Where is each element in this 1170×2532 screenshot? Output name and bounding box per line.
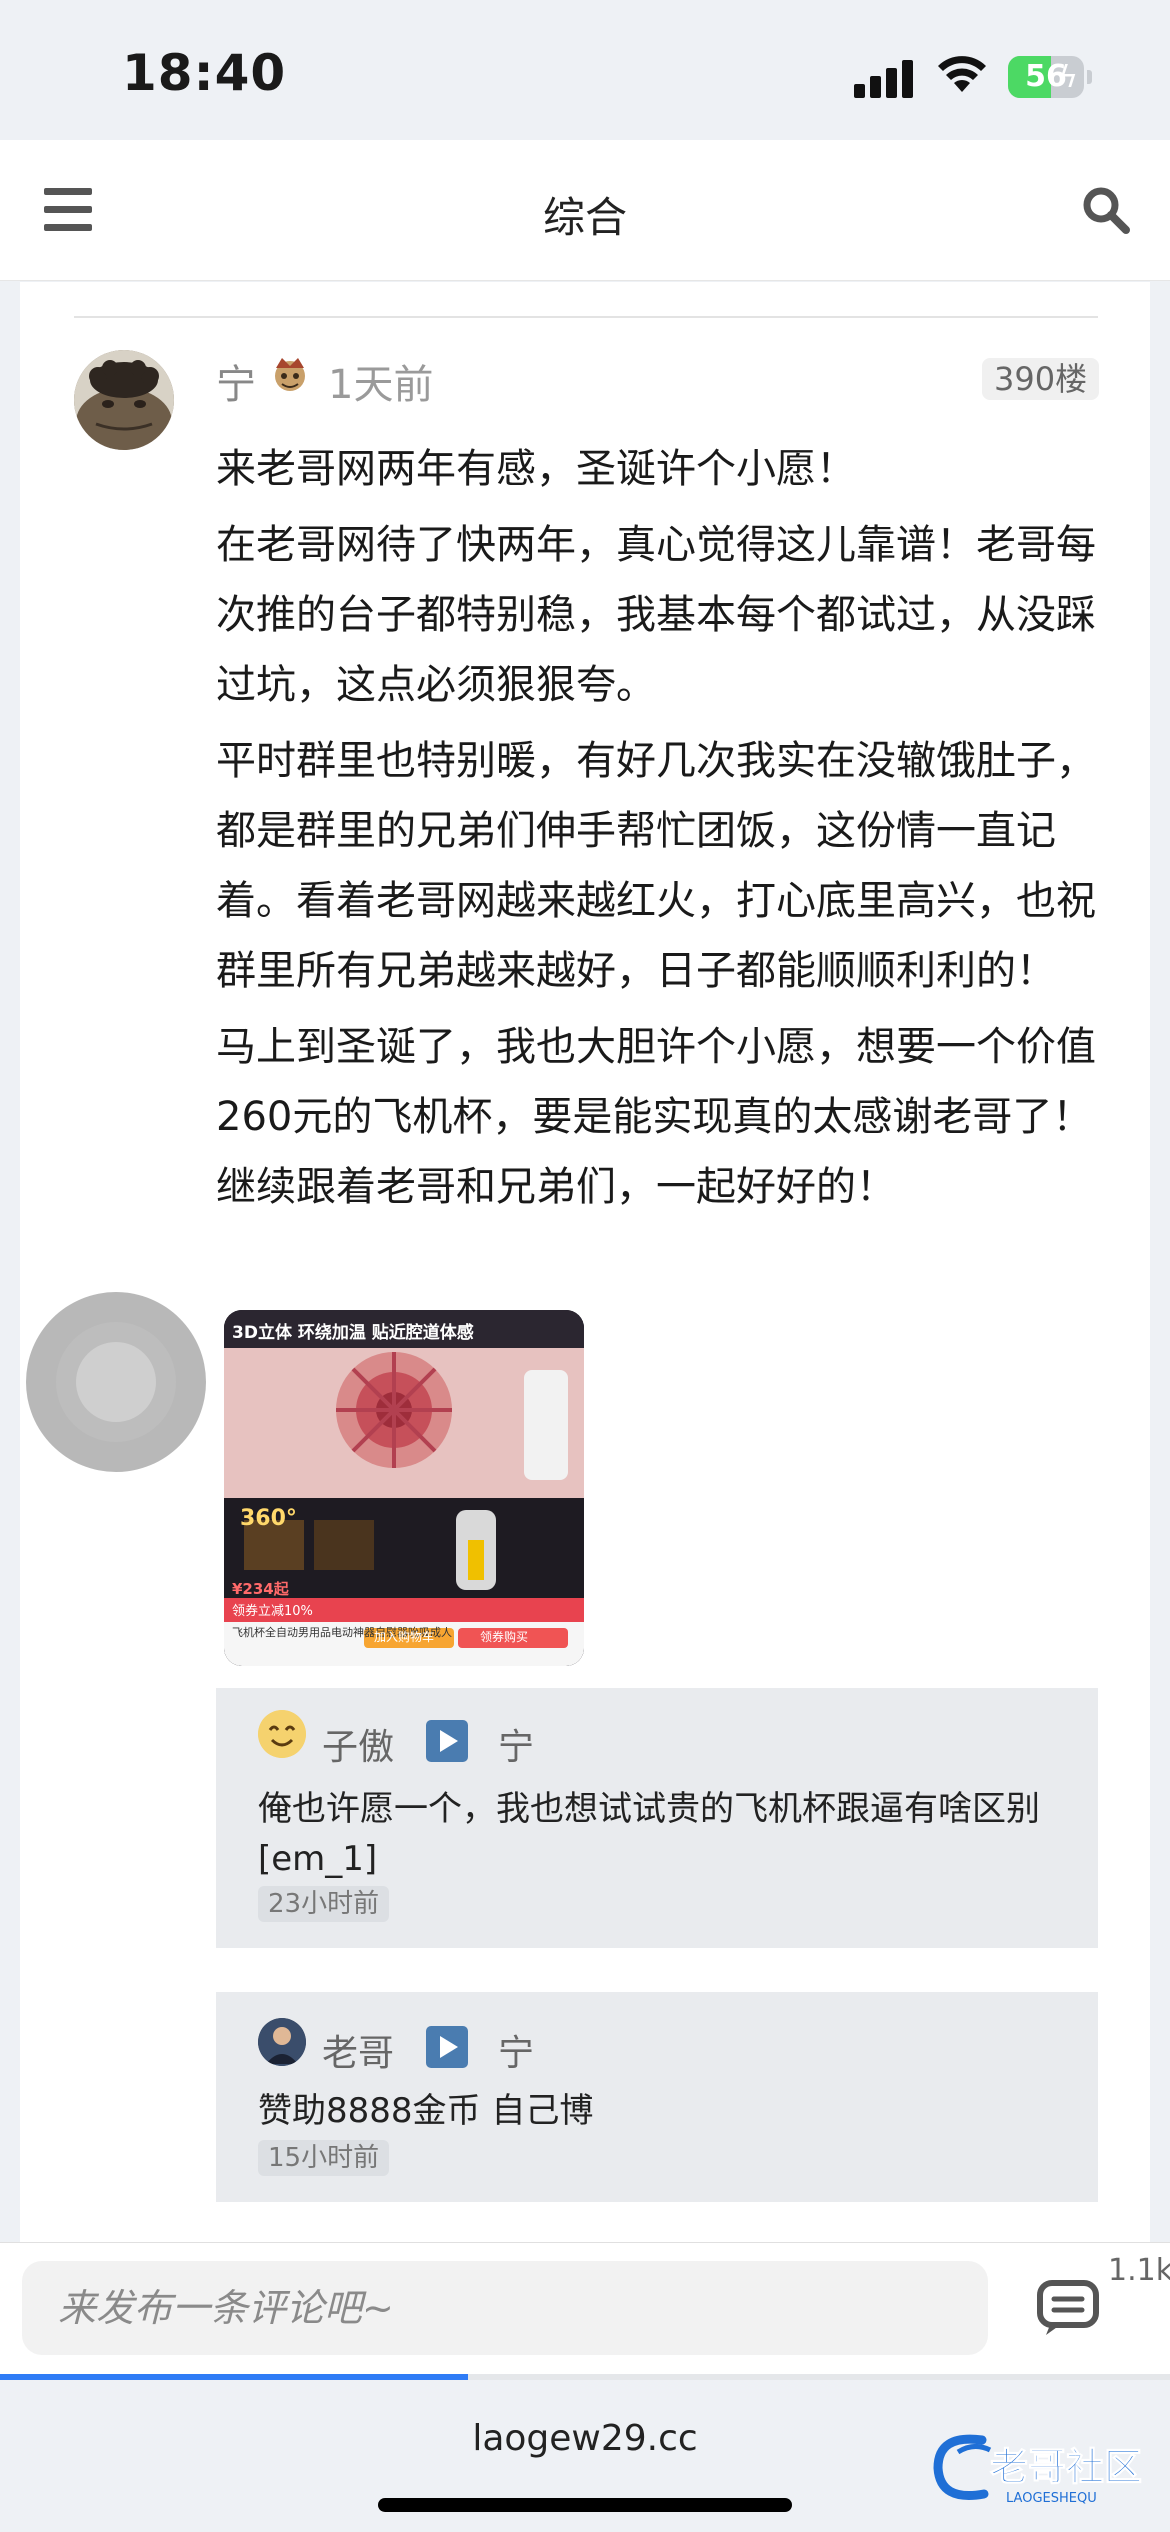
floating-assistive-button[interactable] — [26, 1292, 206, 1472]
image-promo-text: 领券立减10% — [232, 1604, 313, 1619]
reply-to-arrow-icon — [426, 2026, 468, 2068]
reply-item[interactable]: 老哥 宁 赞助8888金币 自己博 15小时前 — [216, 1992, 1098, 2202]
battery-icon: 56 ϟ — [1008, 56, 1084, 98]
comment-count: 1.1k — [1108, 2253, 1170, 2288]
author-avatar[interactable] — [74, 350, 174, 450]
comment-input[interactable] — [22, 2261, 988, 2355]
image-buy-text: 领券购买 — [480, 1630, 529, 1644]
svg-text:LAOGESHEQU: LAOGESHEQU — [1006, 2491, 1097, 2506]
image-price-text: ¥234起 — [232, 1580, 289, 1598]
post-paragraph: 马上到圣诞了，我也大胆许个小愿，想要一个价值260元的飞机杯，要是能实现真的太感… — [216, 1024, 1096, 1210]
user-badge-icon — [275, 358, 305, 391]
comment-bar: 1.1k — [0, 2242, 1170, 2375]
image-cart-text: 加入购物车 — [374, 1630, 435, 1644]
reply-text: 俺也许愿一个，我也想试试贵的飞机杯跟逼有啥区别[em_1] — [258, 1789, 1040, 1879]
reply-target[interactable]: 宁 — [498, 2024, 534, 2076]
reply-time: 15小时前 — [258, 2140, 390, 2176]
cellular-signal-icon — [854, 58, 914, 98]
home-indicator — [378, 2498, 792, 2512]
browser-address-bar[interactable]: laogew29.cc 老哥社区 LAOGESHEQU — [0, 2380, 1170, 2532]
image-header-text: 3D立体 环绕加温 贴近腔道体感 — [232, 1323, 474, 1343]
post-card: 宁 1天前 390楼 来老哥网两年有感，圣诞许个小愿！ 在老哥网待了快两年，真心… — [20, 282, 1150, 2242]
post-paragraph: 来老哥网两年有感，圣诞许个小愿！ — [216, 446, 856, 492]
wifi-icon — [938, 56, 986, 92]
comment-icon[interactable] — [1036, 2279, 1100, 2337]
divider — [74, 316, 1098, 318]
status-time: 18:40 — [122, 44, 287, 102]
reply-author[interactable]: 老哥 — [322, 2024, 394, 2076]
status-bar: 18:40 56 ϟ — [0, 0, 1170, 140]
search-icon[interactable] — [1080, 184, 1132, 236]
brand-logo: 老哥社区 LAOGESHEQU — [933, 2434, 1143, 2506]
post-paragraph: 在老哥网待了快两年，真心觉得这儿靠谱！老哥每次推的台子都特别稳，我基本每个都试过… — [216, 522, 1096, 708]
post-paragraph: 平时群里也特别暖，有好几次我实在没辙饿肚子，都是群里的兄弟们伸手帮忙团饭，这份情… — [216, 738, 1096, 994]
reply-avatar[interactable] — [258, 2018, 306, 2066]
charging-bolt-icon: ϟ — [1058, 60, 1078, 95]
reply-text: 赞助8888金币 自己博 — [258, 2091, 594, 2131]
reply-time: 23小时前 — [258, 1886, 390, 1922]
reply-avatar[interactable] — [258, 1710, 306, 1758]
reply-author[interactable]: 子傲 — [322, 1718, 394, 1770]
post-content: 来老哥网两年有感，圣诞许个小愿！ 在老哥网待了快两年，真心觉得这儿靠谱！老哥每次… — [216, 434, 1116, 1228]
post-image[interactable]: 3D立体 环绕加温 贴近腔道体感 360° ¥234起 领券立减10% 飞机杯全… — [224, 1310, 584, 1666]
top-nav-bar: 综合 — [0, 140, 1170, 281]
reply-item[interactable]: 子傲 宁 俺也许愿一个，我也想试试贵的飞机杯跟逼有啥区别[em_1] 23小时前 — [216, 1688, 1098, 1948]
reply-to-arrow-icon — [426, 1720, 468, 1762]
post-time: 1天前 — [328, 362, 434, 408]
reply-target[interactable]: 宁 — [498, 1718, 534, 1770]
page-title: 综合 — [542, 193, 627, 242]
floor-badge: 390楼 — [982, 358, 1100, 400]
svg-text:老哥社区: 老哥社区 — [990, 2445, 1142, 2489]
image-temp-text: 360° — [240, 1506, 297, 1531]
author-name[interactable]: 宁 — [216, 352, 256, 410]
